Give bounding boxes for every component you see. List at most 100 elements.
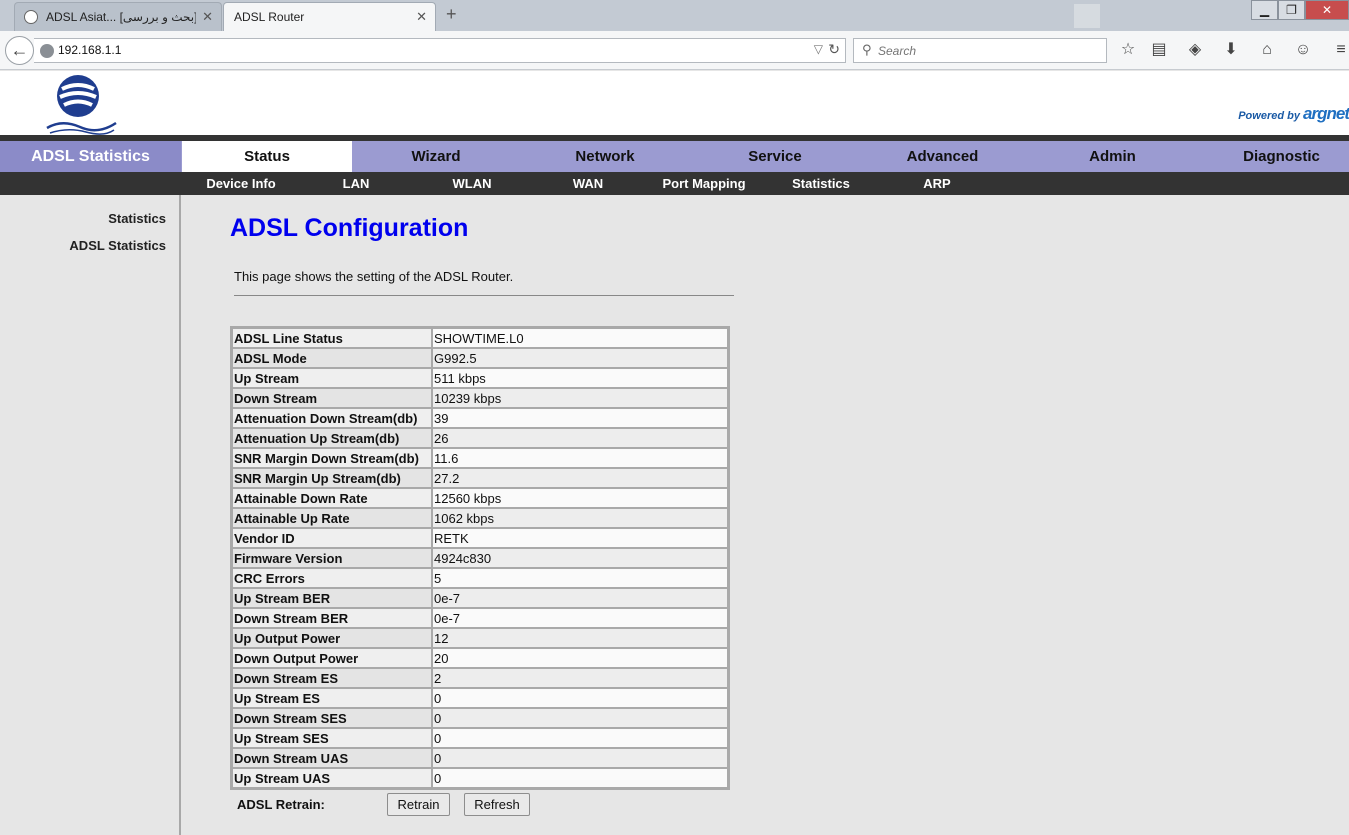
stat-value: 4924c830 xyxy=(432,548,728,568)
submenu-arp[interactable]: ARP xyxy=(878,172,996,195)
home-icon[interactable]: ⌂ xyxy=(1256,40,1278,62)
pocket-icon[interactable]: ◈ xyxy=(1184,40,1206,62)
stat-value: 2 xyxy=(432,668,728,688)
submenu-wlan[interactable]: WLAN xyxy=(412,172,532,195)
stat-value: 0 xyxy=(432,728,728,748)
bookmarks-list-icon[interactable]: ▤ xyxy=(1148,40,1170,62)
table-row: Down Output Power 20 xyxy=(232,648,728,668)
stat-value: 12 xyxy=(432,628,728,648)
table-row: Down Stream 10239 kbps xyxy=(232,388,728,408)
site-info-icon[interactable] xyxy=(40,44,54,58)
new-tab-icon[interactable]: + xyxy=(446,4,457,25)
table-row: Attainable Down Rate 12560 kbps xyxy=(232,488,728,508)
url-history-dropdown-icon[interactable]: ▽ xyxy=(814,42,823,56)
main-menu: ADSL Statistics Status Wizard Network Se… xyxy=(0,141,1349,172)
stat-label: Down Stream UAS xyxy=(232,748,432,768)
table-row: Up Stream SES 0 xyxy=(232,728,728,748)
refresh-button[interactable]: Refresh xyxy=(464,793,530,816)
stat-label: Attainable Up Rate xyxy=(232,508,432,528)
submenu-lan[interactable]: LAN xyxy=(300,172,412,195)
stat-label: ADSL Mode xyxy=(232,348,432,368)
table-row: Down Stream ES 2 xyxy=(232,668,728,688)
menu-status[interactable]: Status xyxy=(182,141,352,172)
minimize-icon[interactable]: ▁ xyxy=(1251,0,1278,20)
tab-title: ADSL Asiat... [بحث و بررسی] xyxy=(46,10,196,24)
table-row: SNR Margin Down Stream(db) 11.6 xyxy=(232,448,728,468)
submenu-spacer xyxy=(0,172,181,195)
main-content: ADSL Configuration This page shows the s… xyxy=(182,195,1349,835)
menu-diagnostic[interactable]: Diagnostic xyxy=(1200,141,1349,172)
search-icon: ⚲ xyxy=(862,42,872,57)
page-description: This page shows the setting of the ADSL … xyxy=(234,269,514,284)
stat-value: 0 xyxy=(432,768,728,788)
menu-wizard[interactable]: Wizard xyxy=(352,141,520,172)
stat-label: Attenuation Down Stream(db) xyxy=(232,408,432,428)
stat-value: 0e-7 xyxy=(432,608,728,628)
table-row: Up Stream BER 0e-7 xyxy=(232,588,728,608)
menu-hamburger-icon[interactable]: ≡ xyxy=(1330,40,1349,62)
window-controls: ▁ ❐ ✕ xyxy=(1251,0,1349,20)
search-bar[interactable]: ⚲ xyxy=(853,38,1107,63)
sidebar-item-adsl-statistics[interactable]: ADSL Statistics xyxy=(69,238,166,253)
menu-service[interactable]: Service xyxy=(690,141,860,172)
stat-value: RETK xyxy=(432,528,728,548)
header-banner: Powered by argnet xyxy=(0,71,1349,135)
adsl-stats-table: ADSL Line Status SHOWTIME.L0 ADSL Mode G992… xyxy=(230,326,730,790)
submenu-statistics[interactable]: Statistics xyxy=(764,172,878,195)
retrain-button[interactable]: Retrain xyxy=(387,793,450,816)
stat-value: 27.2 xyxy=(432,468,728,488)
stat-value: 26 xyxy=(432,428,728,448)
url-text[interactable]: 192.168.1.1 xyxy=(58,43,121,57)
stat-label: Down Output Power xyxy=(232,648,432,668)
stat-value: 0 xyxy=(432,708,728,728)
stat-label: Vendor ID xyxy=(232,528,432,548)
close-tab-icon[interactable]: ✕ xyxy=(202,3,213,31)
telecom-logo xyxy=(46,75,117,135)
section-title: ADSL Statistics xyxy=(0,141,181,172)
divider xyxy=(234,295,734,296)
sidebar-item-statistics[interactable]: Statistics xyxy=(108,211,166,226)
table-row: Attenuation Up Stream(db) 26 xyxy=(232,428,728,448)
back-button[interactable]: ← xyxy=(5,36,34,65)
table-row: CRC Errors 5 xyxy=(232,568,728,588)
submenu-device-info[interactable]: Device Info xyxy=(182,172,300,195)
stat-value: 11.6 xyxy=(432,448,728,468)
page-title: ADSL Configuration xyxy=(230,214,469,242)
table-row: Down Stream SES 0 xyxy=(232,708,728,728)
restore-icon[interactable]: ❐ xyxy=(1278,0,1305,20)
sidebar: Statistics ADSL Statistics xyxy=(0,195,181,835)
browser-tab-forum[interactable]: ADSL Asiat... [بحث و بررسی] ✕ xyxy=(14,2,222,31)
stat-value: 1062 kbps xyxy=(432,508,728,528)
powered-by-text: Powered by xyxy=(1238,110,1300,122)
download-icon[interactable]: ⬇ xyxy=(1220,40,1242,62)
forum-favicon-icon xyxy=(24,10,38,24)
stat-label: Up Output Power xyxy=(232,628,432,648)
stat-label: Up Stream xyxy=(232,368,432,388)
search-input[interactable] xyxy=(878,40,1098,61)
bookmark-star-icon[interactable]: ☆ xyxy=(1117,40,1139,62)
stat-value: 5 xyxy=(432,568,728,588)
stat-label: CRC Errors xyxy=(232,568,432,588)
url-bar[interactable]: 192.168.1.1 ▽ ↻ xyxy=(34,38,846,63)
stat-label: SNR Margin Up Stream(db) xyxy=(232,468,432,488)
menu-network[interactable]: Network xyxy=(520,141,690,172)
submenu-wan[interactable]: WAN xyxy=(532,172,644,195)
browser-tab-router[interactable]: ADSL Router ✕ xyxy=(223,2,436,31)
close-tab-icon[interactable]: ✕ xyxy=(416,3,427,31)
stat-value: 12560 kbps xyxy=(432,488,728,508)
browser-tab-bar: ADSL Asiat... [بحث و بررسی] ✕ ADSL Route… xyxy=(0,0,1349,31)
table-row: Up Stream UAS 0 xyxy=(232,768,728,788)
stat-value: 20 xyxy=(432,648,728,668)
hello-icon[interactable]: ☺ xyxy=(1292,40,1314,62)
menu-advanced[interactable]: Advanced xyxy=(860,141,1025,172)
table-row: ADSL Mode G992.5 xyxy=(232,348,728,368)
stat-value: 10239 kbps xyxy=(432,388,728,408)
stat-value: 511 kbps xyxy=(432,368,728,388)
reload-icon[interactable]: ↻ xyxy=(828,41,840,58)
sub-menu: Device Info LAN WLAN WAN Port Mapping St… xyxy=(0,172,1349,195)
close-window-icon[interactable]: ✕ xyxy=(1305,0,1349,20)
submenu-port-mapping[interactable]: Port Mapping xyxy=(644,172,764,195)
stats-table-body: ADSL Line Status SHOWTIME.L0 ADSL Mode G992… xyxy=(232,328,728,788)
menu-admin[interactable]: Admin xyxy=(1025,141,1200,172)
stat-label: Down Stream xyxy=(232,388,432,408)
